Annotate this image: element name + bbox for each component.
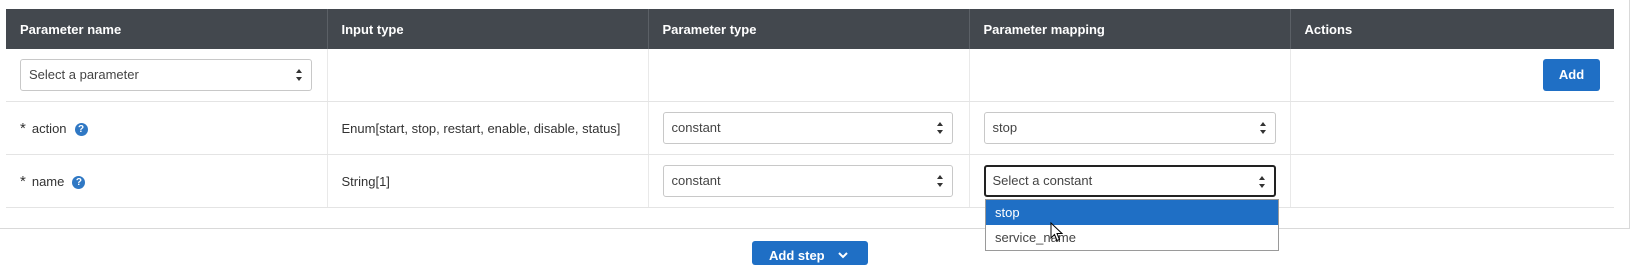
add-row-mapping-cell <box>969 49 1291 102</box>
parameter-type-select[interactable]: constant <box>662 112 953 144</box>
table-header-row: Parameter name Input type Parameter type… <box>6 9 1614 49</box>
required-mark: * <box>20 119 26 137</box>
add-parameter-row: Select a parameter Add <box>6 49 1614 102</box>
param-name-cell: * action? <box>6 101 328 155</box>
required-mark: * <box>20 172 26 190</box>
help-icon[interactable]: ? <box>74 122 88 136</box>
chevron-down-icon <box>838 252 848 259</box>
param-type-cell: constant <box>648 154 970 208</box>
mapping-cell: stop <box>969 101 1291 155</box>
parameter-mapping-select[interactable]: Select a constant <box>983 165 1276 197</box>
parameter-select-value: Select a parameter <box>29 67 139 82</box>
param-name: name <box>31 173 65 189</box>
add-step-button[interactable]: Add step <box>752 241 868 265</box>
help-icon[interactable]: ? <box>72 175 86 189</box>
parameters-panel: Parameter name Input type Parameter type… <box>0 0 1630 229</box>
select-arrows-icon <box>936 175 943 187</box>
input-type-cell: String[1] <box>327 154 649 208</box>
param-type-cell: constant <box>648 101 970 155</box>
add-button[interactable]: Add <box>1543 59 1600 91</box>
header-parameter-mapping: Parameter mapping <box>969 9 1291 49</box>
parameter-mapping-value: Select a constant <box>992 173 1093 188</box>
header-actions: Actions <box>1290 9 1614 49</box>
add-row-actions-cell: Add <box>1290 49 1614 102</box>
parameter-mapping-value: stop <box>992 120 1018 135</box>
select-arrows-icon <box>1259 122 1266 134</box>
header-parameter-name: Parameter name <box>6 9 328 49</box>
table-row: * name? String[1] constant Select a const… <box>6 154 1614 208</box>
header-parameter-type: Parameter type <box>648 9 970 49</box>
header-input-type: Input type <box>327 9 649 49</box>
parameters-table: Parameter name Input type Parameter type… <box>6 9 1614 208</box>
parameter-type-value: constant <box>671 120 721 135</box>
param-name: action <box>31 120 67 136</box>
add-step-label: Add step <box>769 248 825 263</box>
input-type-cell: Enum[start, stop, restart, enable, disab… <box>327 101 649 155</box>
dropdown-option-service-name[interactable]: service_name <box>986 225 1278 250</box>
select-arrows-icon <box>936 122 943 134</box>
actions-cell <box>1290 101 1614 155</box>
add-row-input-type-cell <box>327 49 649 102</box>
select-arrows-icon <box>296 69 302 81</box>
parameter-select[interactable]: Select a parameter <box>20 59 312 91</box>
select-arrows-icon <box>1258 176 1265 188</box>
actions-cell <box>1290 154 1614 208</box>
parameter-type-value: constant <box>671 173 721 188</box>
add-row-param-type-cell <box>648 49 970 102</box>
constant-dropdown-list: stop service_name <box>985 199 1279 251</box>
parameter-mapping-select[interactable]: stop <box>983 112 1276 144</box>
mouse-pointer-icon <box>1050 222 1063 242</box>
add-row-name-cell: Select a parameter <box>6 49 328 102</box>
dropdown-option-stop[interactable]: stop <box>986 200 1278 225</box>
parameter-type-select[interactable]: constant <box>662 165 953 197</box>
table-row: * action? Enum[start, stop, restart, enab… <box>6 101 1614 155</box>
param-name-cell: * name? <box>6 154 328 208</box>
